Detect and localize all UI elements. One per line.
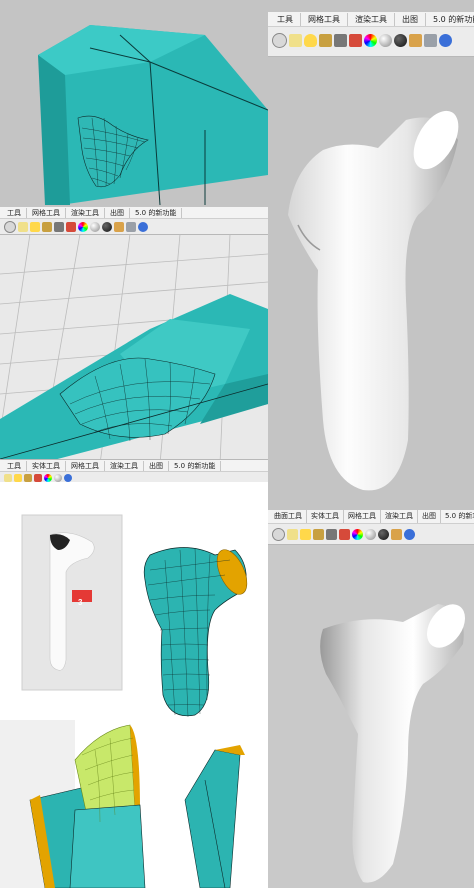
lock-icon[interactable] (334, 33, 347, 47)
tab-output[interactable]: 出图 (395, 12, 426, 26)
tab-tools[interactable]: 工具 (270, 12, 301, 26)
tab-surface-tools[interactable]: 曲面工具 (270, 510, 307, 523)
lock-icon[interactable] (313, 528, 324, 540)
toolbar-tabs: 工具 实体工具 网格工具 渲染工具 出图 5.0 的新功能 (0, 460, 268, 472)
bulb-icon[interactable] (300, 528, 311, 540)
settings-icon[interactable] (126, 221, 136, 232)
tab-new-features[interactable]: 5.0 的新功能 (441, 510, 474, 523)
bulb-icon[interactable] (14, 473, 22, 482)
material-icon[interactable] (339, 528, 350, 540)
toolbar-icons (268, 27, 474, 53)
tab-output[interactable]: 出图 (144, 460, 169, 471)
render-white-shaver-bottom (320, 604, 466, 883)
lock-icon[interactable] (24, 473, 32, 482)
lock-icon[interactable] (319, 33, 332, 47)
tab-render-tools[interactable]: 渲染工具 (105, 460, 144, 471)
bulb-icon[interactable] (304, 33, 317, 47)
sphere-icon[interactable] (54, 473, 62, 482)
palette-icon[interactable] (78, 221, 88, 232)
lock-icon[interactable] (54, 221, 64, 232)
tab-solid-tools[interactable]: 实体工具 (307, 510, 344, 523)
tab-mesh-tools[interactable]: 网格工具 (301, 12, 348, 26)
sphere-icon[interactable] (378, 528, 389, 540)
tab-mesh-tools[interactable]: 网格工具 (344, 510, 381, 523)
toolbar-middle-left-bottom: 工具 实体工具 网格工具 渲染工具 出图 5.0 的新功能 (0, 459, 268, 482)
bulb-icon[interactable] (30, 221, 40, 232)
toolbar-tabs: 工具 网格工具 渲染工具 出图 5.0 的新功能 (0, 207, 268, 219)
light-icon[interactable] (289, 33, 302, 47)
tab-output[interactable]: 出图 (418, 510, 441, 523)
pen-icon[interactable] (114, 221, 124, 232)
settings-icon[interactable] (424, 33, 437, 47)
sphere-icon[interactable] (90, 221, 100, 232)
tab-new-features[interactable]: 5.0 的新功能 (169, 460, 222, 471)
tab-render-tools[interactable]: 渲染工具 (66, 207, 105, 218)
palette-icon[interactable] (44, 473, 52, 482)
toolbar-icons (0, 472, 268, 482)
tab-tools[interactable]: 工具 (2, 207, 27, 218)
material-icon[interactable] (34, 473, 42, 482)
help-icon[interactable] (404, 528, 415, 540)
toolbar-tabs: 工具 网格工具 渲染工具 出图 5.0 的新功能 (268, 12, 474, 27)
tab-render-tools[interactable]: 渲染工具 (348, 12, 395, 26)
lock-icon[interactable] (42, 221, 52, 232)
pen-icon[interactable] (409, 33, 422, 47)
light-icon[interactable] (18, 221, 28, 232)
tab-new-features[interactable]: 5.0 的新功能 (426, 13, 474, 26)
viewport-reference-and-mesh[interactable]: 3 (0, 510, 268, 888)
light-icon[interactable] (287, 528, 298, 540)
tab-output[interactable]: 出图 (105, 207, 130, 218)
toolbar-icons (268, 524, 474, 544)
viewport-render-top[interactable]: 工具 网格工具 渲染工具 出图 5.0 的新功能 (268, 0, 474, 510)
toolbar-tabs: 曲面工具 实体工具 网格工具 渲染工具 出图 5.0 的新功能 (268, 510, 474, 524)
reference-and-mesh-figure (0, 514, 248, 888)
product-box-label: 3 (78, 598, 83, 607)
palette-icon[interactable] (352, 528, 363, 540)
plane-blend-model (0, 234, 268, 474)
viewport-box-blend[interactable] (0, 0, 268, 210)
help-icon[interactable] (439, 33, 452, 47)
render-white-shaver-top (288, 110, 459, 491)
lock-icon[interactable] (326, 528, 337, 540)
sphere-icon[interactable] (365, 528, 376, 540)
tab-tools[interactable]: 工具 (2, 460, 27, 471)
pen-icon[interactable] (391, 528, 402, 540)
toolbar-icons (0, 219, 268, 234)
pointer-icon[interactable] (272, 527, 285, 541)
help-icon[interactable] (138, 221, 148, 232)
tab-new-features[interactable]: 5.0 的新功能 (130, 207, 183, 218)
viewport-plane-blend[interactable]: 工具 网格工具 渲染工具 出图 5.0 的新功能 工具 实体工具 网格工具 渲染… (0, 207, 268, 482)
tab-solid-tools[interactable]: 实体工具 (27, 460, 66, 471)
toolbar-bottom-right: 曲面工具 实体工具 网格工具 渲染工具 出图 5.0 的新功能 (268, 510, 474, 545)
sphere-icon[interactable] (102, 221, 112, 232)
tab-mesh-tools[interactable]: 网格工具 (27, 207, 66, 218)
palette-icon[interactable] (364, 33, 377, 47)
toolbar-middle-left-top: 工具 网格工具 渲染工具 出图 5.0 的新功能 (0, 207, 268, 235)
sphere-icon[interactable] (394, 33, 407, 47)
tab-render-tools[interactable]: 渲染工具 (381, 510, 418, 523)
box-blend-model (38, 25, 268, 206)
sphere-icon[interactable] (379, 33, 392, 47)
toolbar-top-right: 工具 网格工具 渲染工具 出图 5.0 的新功能 (268, 12, 474, 57)
tab-mesh-tools[interactable]: 网格工具 (66, 460, 105, 471)
pointer-icon[interactable] (4, 220, 16, 233)
viewport-render-bottom[interactable]: 曲面工具 实体工具 网格工具 渲染工具 出图 5.0 的新功能 (268, 510, 474, 888)
light-icon[interactable] (4, 473, 12, 482)
material-icon[interactable] (66, 221, 76, 232)
help-icon[interactable] (64, 473, 72, 482)
pointer-icon[interactable] (272, 32, 287, 48)
material-icon[interactable] (349, 33, 362, 47)
